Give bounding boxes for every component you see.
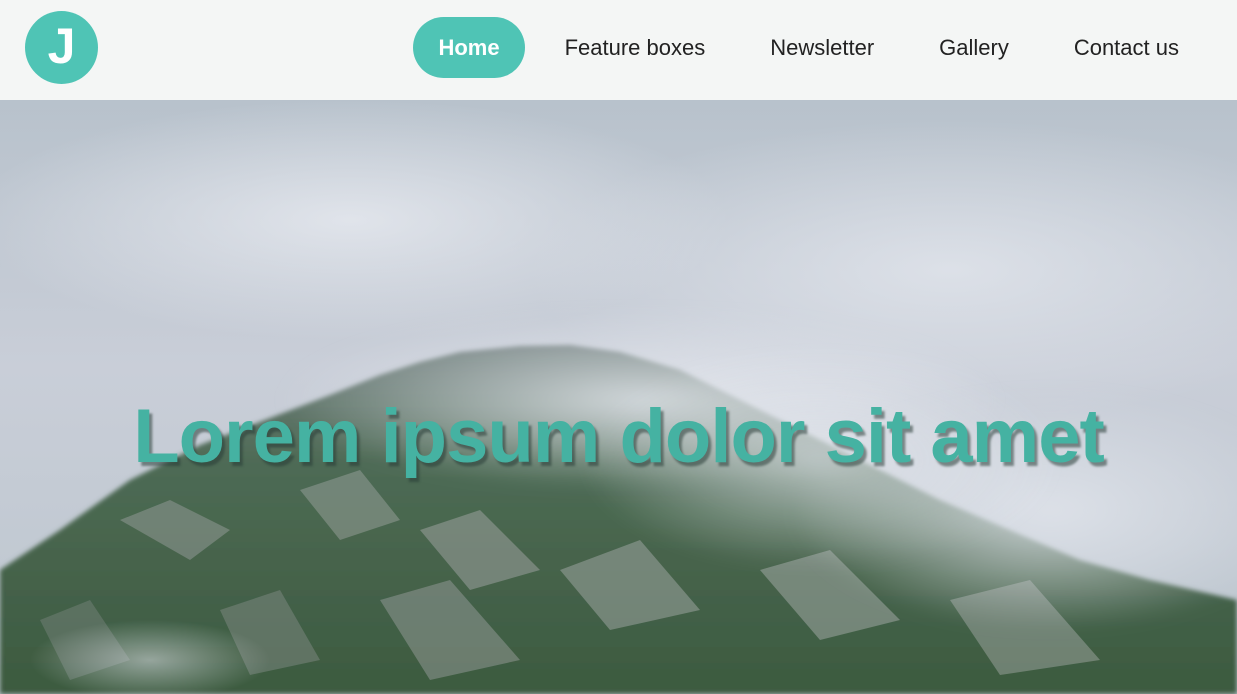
nav-item-home[interactable]: Home (413, 17, 525, 78)
hero-title: Lorem ipsum dolor sit amet (133, 394, 1105, 479)
nav-item-gallery[interactable]: Gallery (914, 17, 1034, 78)
nav-item-contact-us[interactable]: Contact us (1049, 17, 1204, 78)
logo[interactable]: J (25, 11, 98, 84)
top-navbar: J Home Feature boxes Newsletter Gallery … (0, 0, 1237, 100)
nav-item-newsletter[interactable]: Newsletter (745, 17, 899, 78)
hero-section: Lorem ipsum dolor sit amet (0, 100, 1237, 694)
logo-letter: J (47, 17, 76, 74)
nav-item-feature-boxes[interactable]: Feature boxes (540, 17, 731, 78)
main-nav: Home Feature boxes Newsletter Gallery Co… (398, 17, 1204, 78)
